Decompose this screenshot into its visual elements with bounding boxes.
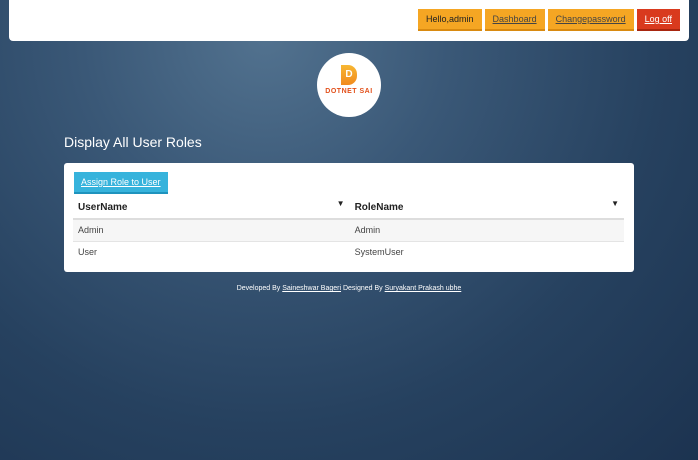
filter-icon[interactable]: ▼ bbox=[611, 199, 619, 208]
cell-rolename: SystemUser bbox=[354, 247, 404, 258]
footer: Developed By Saineshwar Bageri Designed … bbox=[0, 285, 698, 292]
filter-icon[interactable]: ▼ bbox=[337, 199, 345, 208]
logo-icon: D bbox=[341, 65, 357, 85]
column-header-rolename[interactable]: RoleName ▼ bbox=[349, 197, 624, 220]
designed-by-label: Designed By bbox=[342, 285, 383, 292]
change-password-link[interactable]: Changepassword bbox=[547, 9, 634, 31]
assign-role-button[interactable]: Assign Role to User bbox=[74, 172, 168, 194]
nav-bar: Hello,admin Dashboard Changepassword Log… bbox=[418, 9, 680, 31]
cell-username: User bbox=[78, 247, 98, 258]
table-row: Admin Admin bbox=[73, 219, 624, 242]
developed-by-label: Developed By bbox=[236, 285, 281, 292]
column-header-username[interactable]: UserName ▼ bbox=[73, 197, 350, 220]
designer-link[interactable]: Suryakant Prakash ubhe bbox=[385, 285, 462, 292]
roles-panel: Assign Role to User UserName ▼ RoleName ▼ … bbox=[64, 163, 634, 272]
top-bar: Hello,admin Dashboard Changepassword Log… bbox=[9, 0, 689, 41]
cell-rolename: Admin bbox=[349, 219, 624, 242]
greeting-label: Hello,admin bbox=[418, 9, 482, 31]
logoff-link[interactable]: Log off bbox=[636, 9, 680, 31]
logo-text: DOTNET SAI bbox=[325, 88, 373, 95]
roles-table: UserName ▼ RoleName ▼ Admin Admin User Syste… bbox=[73, 197, 624, 263]
dashboard-link[interactable]: Dashboard bbox=[484, 9, 545, 31]
page-title: Display All User Roles bbox=[64, 134, 202, 150]
table-row: User SystemUser bbox=[73, 241, 624, 263]
header-label: UserName bbox=[78, 202, 128, 213]
header-label: RoleName bbox=[354, 202, 404, 213]
logo: D DOTNET SAI bbox=[317, 53, 381, 117]
developer-link[interactable]: Saineshwar Bageri bbox=[282, 285, 341, 292]
cell-username: Admin bbox=[73, 219, 350, 242]
